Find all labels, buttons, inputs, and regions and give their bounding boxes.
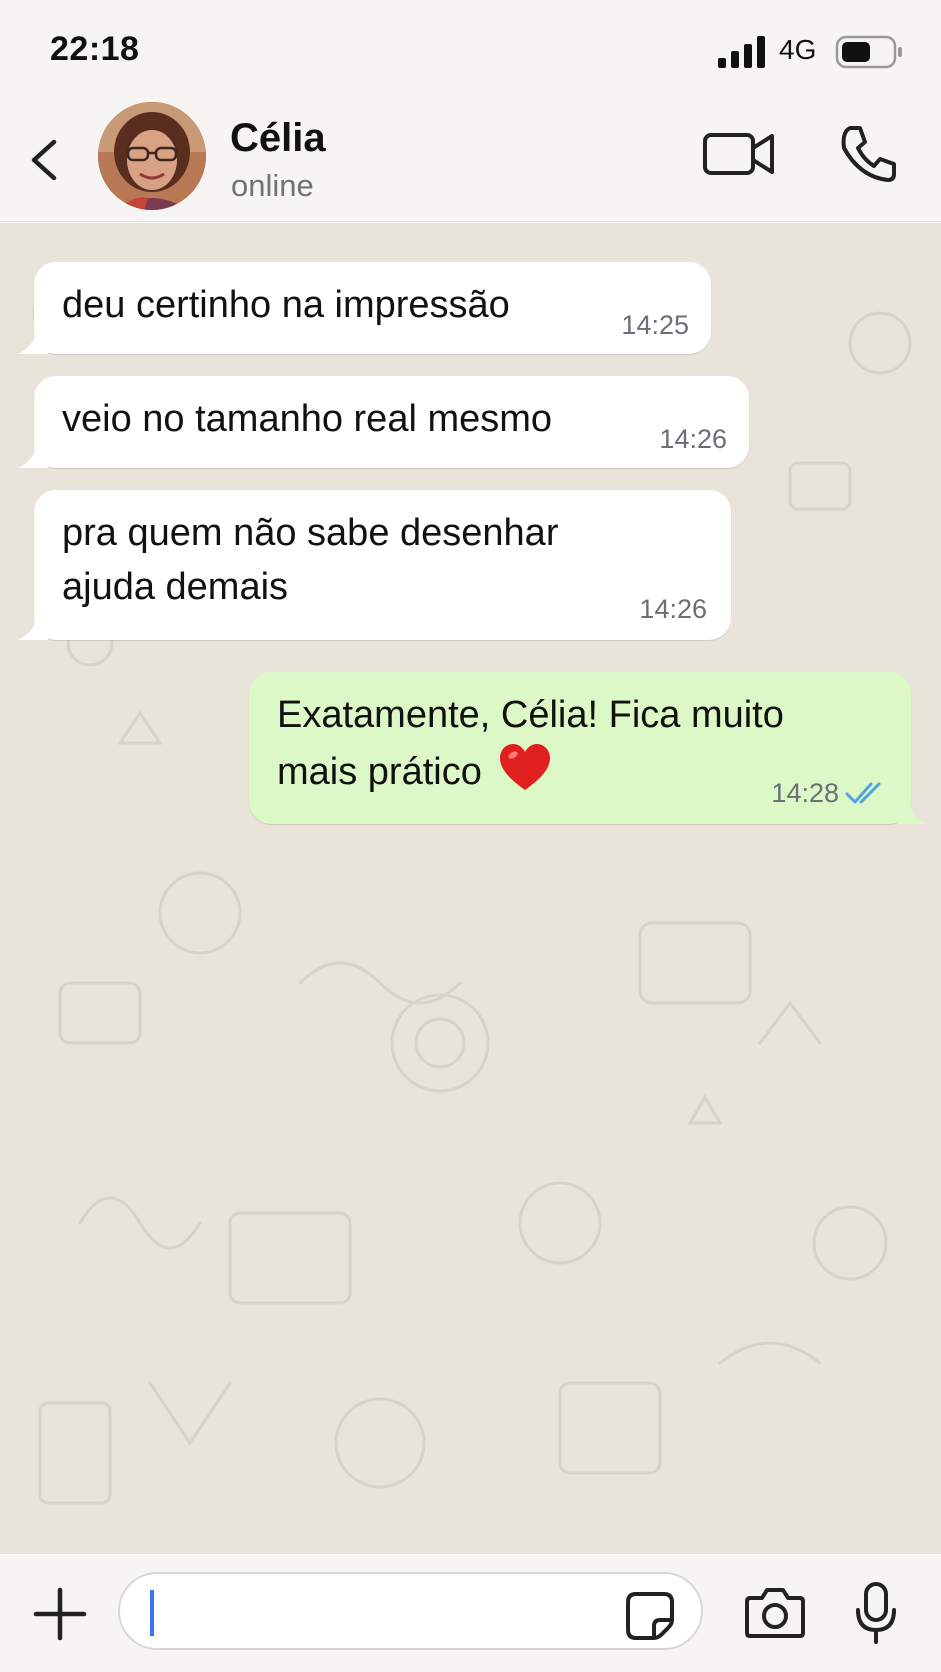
phone-icon[interactable] — [836, 122, 900, 186]
battery-icon — [835, 35, 902, 69]
chat-header: Célia online — [0, 100, 941, 222]
text-cursor — [150, 1590, 154, 1636]
message-time: 14:26 — [659, 424, 727, 454]
microphone-icon[interactable] — [852, 1580, 900, 1646]
message-composer — [0, 1553, 941, 1672]
message-incoming[interactable]: pra quem não sabe desenhar ajuda demais … — [18, 490, 731, 640]
message-time: 14:26 — [639, 594, 707, 624]
message-text: deu certinho na impressão — [62, 284, 510, 326]
message-line: mais prático — [277, 751, 482, 793]
message-text: Exatamente, Célia! Fica muito mais práti… — [277, 688, 784, 799]
contact-status: online — [231, 168, 314, 203]
avatar-portrait-icon — [98, 102, 206, 210]
bubble-tail — [18, 610, 48, 640]
message-outgoing[interactable]: Exatamente, Célia! Fica muito mais práti… — [249, 672, 927, 824]
status-time: 22:18 — [50, 30, 140, 68]
signal-strength-icon — [718, 36, 765, 68]
message-text: veio no tamanho real mesmo — [62, 398, 553, 440]
message-time: 14:25 — [621, 310, 689, 340]
network-type: 4G — [779, 34, 817, 65]
contact-avatar[interactable] — [98, 102, 206, 210]
message-text: pra quem não sabe desenhar ajuda demais — [62, 506, 558, 614]
message-line-with-emoji: mais prático — [277, 742, 784, 799]
bubble-tail — [897, 794, 927, 824]
plus-icon[interactable] — [30, 1584, 90, 1644]
status-bar: 22:18 4G — [0, 0, 941, 100]
message-line: Exatamente, Célia! Fica muito — [277, 694, 784, 736]
bubble-tail — [18, 324, 48, 354]
message-incoming[interactable]: veio no tamanho real mesmo 14:26 — [18, 376, 749, 468]
message-time: 14:28 — [771, 778, 839, 808]
sticker-icon[interactable] — [624, 1590, 676, 1642]
camera-icon[interactable] — [744, 1584, 806, 1640]
message-line: ajuda demais — [62, 566, 289, 608]
heart-emoji-icon — [500, 744, 551, 790]
bubble-tail — [18, 438, 48, 468]
contact-name[interactable]: Célia — [230, 116, 326, 161]
back-chevron-icon[interactable] — [22, 130, 72, 190]
message-line: pra quem não sabe desenhar — [62, 512, 559, 554]
message-incoming[interactable]: deu certinho na impressão 14:25 — [18, 262, 711, 354]
video-camera-icon[interactable] — [702, 124, 776, 184]
message-input[interactable] — [118, 1572, 703, 1650]
double-check-icon — [845, 782, 881, 804]
